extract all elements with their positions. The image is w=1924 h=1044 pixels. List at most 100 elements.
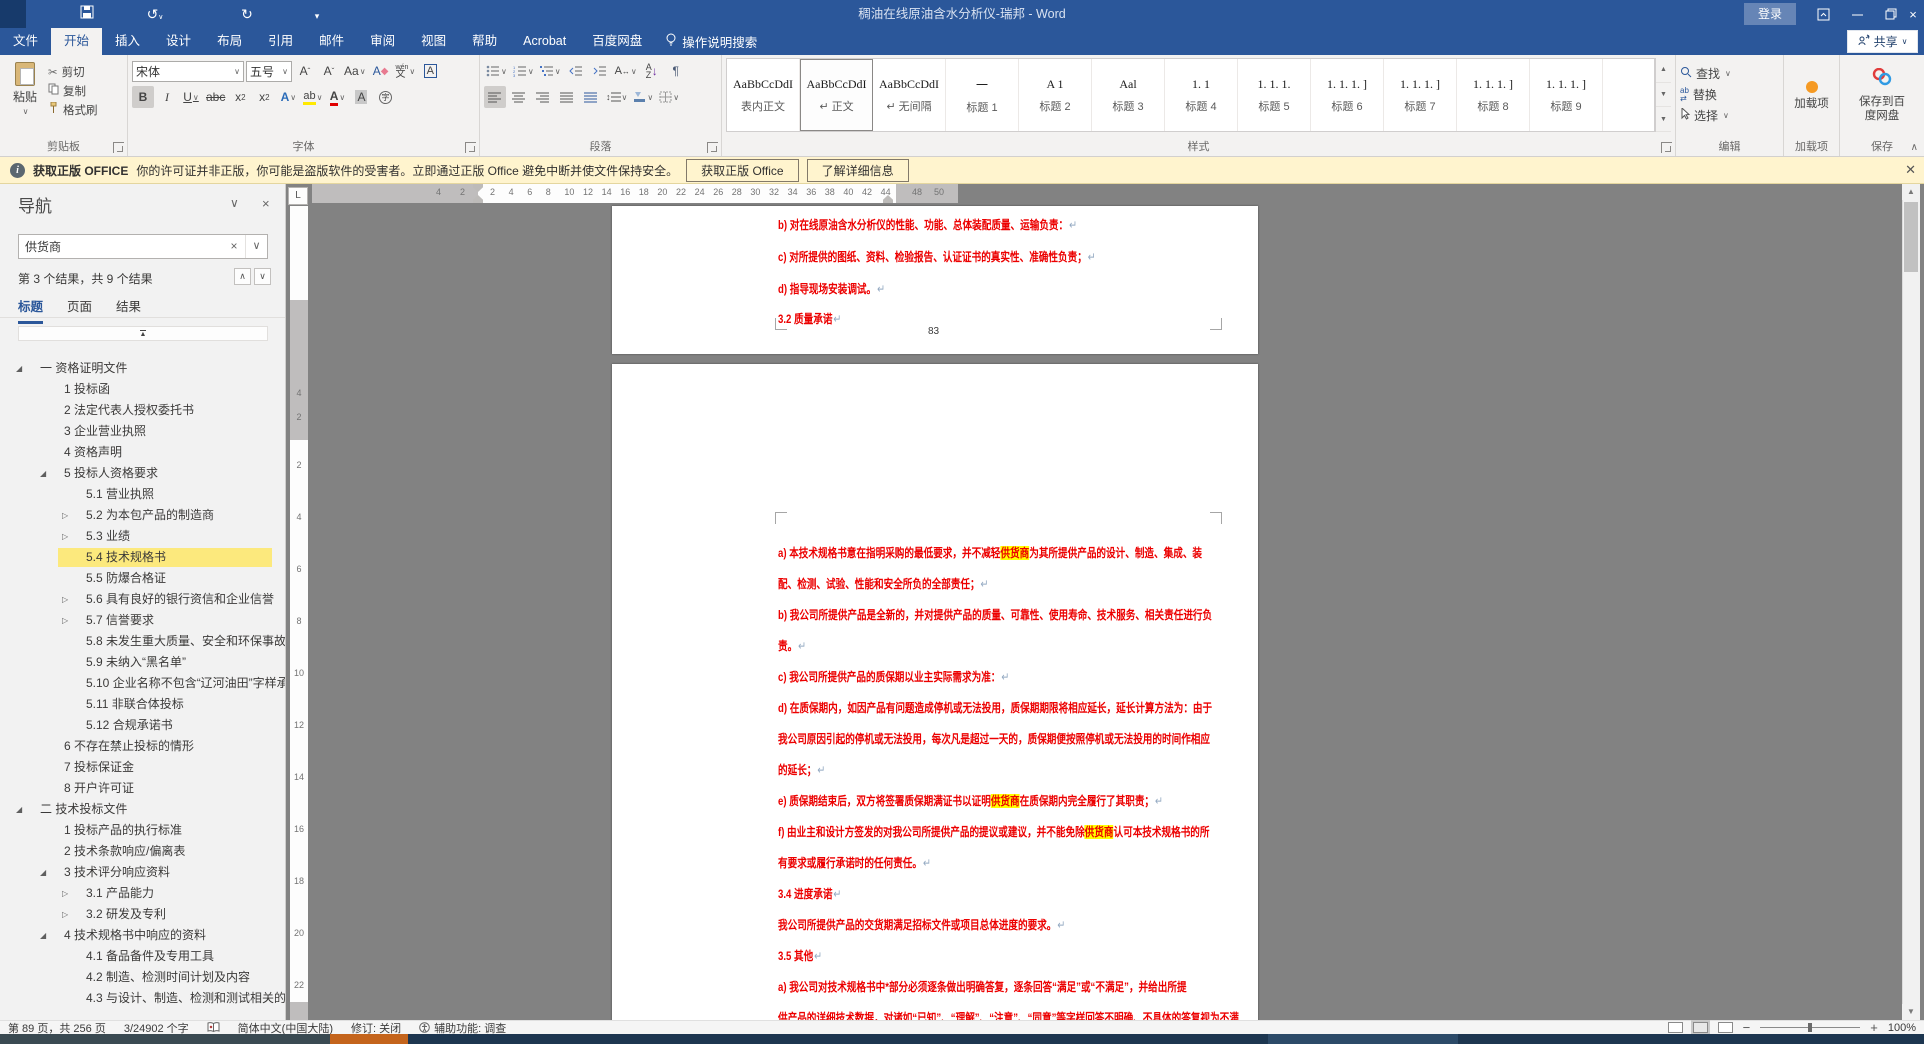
font-dialog-launcher[interactable] <box>465 142 476 153</box>
justify-button[interactable] <box>556 86 578 108</box>
scroll-down-icon[interactable]: ▼ <box>1902 1004 1920 1020</box>
nav-tab-页面[interactable]: 页面 <box>67 296 92 324</box>
zoom-in-icon[interactable]: + <box>1870 1020 1878 1035</box>
ribbon-tab-开始[interactable]: 开始 <box>51 28 103 55</box>
nav-tree-item[interactable]: ▷ 3.1 产品能力 <box>0 883 285 904</box>
ribbon-tab-引用[interactable]: 引用 <box>255 28 306 55</box>
learn-more-button[interactable]: 了解详细信息 <box>806 158 909 182</box>
share-button[interactable]: 共享 ∨ <box>1847 30 1918 53</box>
phonetic-guide-button[interactable]: wén 文 ∨ <box>394 60 418 82</box>
style-item[interactable]: Aal 标题 3 <box>1092 59 1165 131</box>
gallery-more-icon[interactable]: ▼ <box>1656 107 1671 133</box>
bullets-button[interactable]: ∨ <box>484 60 509 82</box>
nav-search-options-icon[interactable]: ∨ <box>245 235 267 258</box>
nav-search-clear-icon[interactable]: × <box>223 235 245 258</box>
nav-tree-item[interactable]: ▷ 5.7 信誉要求 <box>0 610 285 631</box>
italic-button[interactable]: I <box>156 86 178 108</box>
multilevel-list-button[interactable]: ∨ <box>538 60 563 82</box>
style-item[interactable]: AaBbCcDdI ↵ 正文 <box>800 59 873 131</box>
nav-tree-item[interactable]: 4.1 备品备件及专用工具 <box>0 946 285 967</box>
expanded-icon[interactable]: ◢ <box>40 463 46 484</box>
shading-button[interactable]: ∨ <box>631 86 655 108</box>
style-item[interactable]: 一标题 1 <box>946 59 1019 131</box>
nav-tree-item[interactable]: 2 法定代表人授权委托书 <box>0 400 285 421</box>
ribbon-display-options-icon[interactable] <box>1806 0 1840 28</box>
read-mode-button[interactable] <box>1667 1022 1683 1033</box>
nav-tree-item[interactable]: ▷ 5.3 业绩 <box>0 526 285 547</box>
expanded-icon[interactable]: ◢ <box>40 862 46 883</box>
enclose-characters-button[interactable]: 字 <box>374 86 396 108</box>
decrease-indent-button[interactable] <box>565 60 587 82</box>
print-layout-button[interactable] <box>1690 1020 1710 1035</box>
nav-tab-结果[interactable]: 结果 <box>116 296 141 324</box>
ribbon-tab-插入[interactable]: 插入 <box>102 28 153 55</box>
gallery-up-icon[interactable]: ▲ <box>1656 58 1671 83</box>
windows-taskbar[interactable] <box>0 1034 1924 1044</box>
tab-stop-selector[interactable]: L <box>288 187 308 205</box>
scroll-up-icon[interactable]: ▲ <box>1902 184 1920 200</box>
style-item[interactable]: 1. 1. 1. ] 标题 8 <box>1457 59 1530 131</box>
web-layout-button[interactable] <box>1717 1022 1733 1033</box>
nav-tree-item[interactable]: 5.9 未纳入“黑名单” <box>0 652 285 673</box>
nav-tree-item[interactable]: 5.10 企业名称不包含“辽河油田”字样承诺 <box>0 673 285 694</box>
zoom-slider[interactable] <box>1760 1023 1861 1032</box>
style-item[interactable]: 1. 1. 1. ] 标题 9 <box>1530 59 1603 131</box>
nav-tree-item[interactable]: 5.5 防爆合格证 <box>0 568 285 589</box>
ribbon-tab-文件[interactable]: 文件 <box>0 28 51 55</box>
nav-pane-options-icon[interactable]: ∨ <box>230 196 239 210</box>
ribbon-tab-设计[interactable]: 设计 <box>153 28 204 55</box>
style-item[interactable]: 1. 1 标题 4 <box>1165 59 1238 131</box>
zoom-level[interactable]: 100% <box>1888 1022 1916 1034</box>
styles-dialog-launcher[interactable] <box>1661 142 1672 153</box>
style-item[interactable]: A 1 标题 2 <box>1019 59 1092 131</box>
align-right-button[interactable] <box>532 86 554 108</box>
signin-button[interactable]: 登录 <box>1744 3 1796 25</box>
gallery-down-icon[interactable]: ▼ <box>1656 83 1671 108</box>
text-effects-button[interactable]: A ∨ <box>277 86 299 108</box>
message-bar-close-icon[interactable]: ✕ <box>1905 162 1916 178</box>
increase-indent-button[interactable] <box>589 60 611 82</box>
get-genuine-office-button[interactable]: 获取正版 Office <box>686 158 799 182</box>
nav-tree-item[interactable]: 5.1 营业执照 <box>0 484 285 505</box>
document-page-1[interactable]: b) 对在线原油含水分析仪的性能、功能、总体装配质量、运输负责：↵ c) 对所提供… <box>612 206 1258 354</box>
strikethrough-button[interactable]: abc <box>204 86 227 108</box>
clear-formatting-button[interactable]: A ◆ <box>370 60 392 82</box>
nav-jump-to-top[interactable]: ▲ <box>18 326 268 341</box>
expanded-icon[interactable]: ◢ <box>16 799 22 820</box>
nav-tree-item[interactable]: 5.12 合规承诺书 <box>0 715 285 736</box>
collapse-ribbon-icon[interactable]: ∧ <box>1911 142 1918 153</box>
horizontal-ruler[interactable]: 42 2 4 6 8 10 12 14 16 18 20 22 24 26 28 30 32 34 36 38 40 4… <box>312 184 958 203</box>
style-item[interactable]: AaBbCcDdI 表内正文 <box>727 59 800 131</box>
ribbon-tab-帮助[interactable]: 帮助 <box>459 28 510 55</box>
clipboard-dialog-launcher[interactable] <box>113 142 124 153</box>
expanded-icon[interactable]: ◢ <box>40 925 46 946</box>
font-family-combo[interactable]: 宋体 ∨ <box>132 60 244 82</box>
collapsed-icon[interactable]: ▷ <box>62 883 68 904</box>
nav-pane-close-icon[interactable]: × <box>262 196 270 211</box>
format-painter-button[interactable]: 格式刷 <box>46 100 100 119</box>
nav-tree-item[interactable]: 4 资格声明 <box>0 442 285 463</box>
font-color-button[interactable]: A ∨ <box>326 86 348 108</box>
zoom-out-icon[interactable]: − <box>1743 1020 1751 1035</box>
collapsed-icon[interactable]: ▷ <box>62 610 68 631</box>
highlight-color-button[interactable]: ab ∨ <box>301 86 324 108</box>
ribbon-tab-Acrobat[interactable]: Acrobat <box>510 28 579 55</box>
superscript-button[interactable]: x2 <box>253 86 275 108</box>
document-page-2[interactable]: a) 本技术规格书意在指明采购的最低要求，并不减轻供货商为其所提供产品的设计、制… <box>612 364 1258 1020</box>
collapsed-icon[interactable]: ▷ <box>62 589 68 610</box>
character-shading-button[interactable]: A <box>350 86 372 108</box>
scrollbar-thumb[interactable] <box>1904 202 1918 272</box>
collapsed-icon[interactable]: ▷ <box>62 526 68 547</box>
close-icon[interactable]: × <box>1902 0 1924 28</box>
minimize-icon[interactable] <box>1840 0 1874 28</box>
style-item[interactable]: AaBbCcDdI ↵ 无间隔 <box>873 59 946 131</box>
cut-button[interactable]: ✂ 剪切 <box>46 62 100 81</box>
nav-tree-item[interactable]: 1 投标函 <box>0 379 285 400</box>
vertical-scrollbar[interactable] <box>1902 184 1920 1020</box>
find-button[interactable]: 查找 ∨ <box>1680 63 1779 84</box>
style-item[interactable]: 1. 1. 1. ] 标题 6 <box>1311 59 1384 131</box>
baidu-save-button[interactable]: 保存到百度网盘 <box>1844 58 1920 134</box>
nav-tree-item[interactable]: ◢ 一 资格证明文件 <box>0 358 285 379</box>
nav-tree-item[interactable]: ▷ 3.2 研发及专利 <box>0 904 285 925</box>
addins-button[interactable]: 加载项 <box>1788 58 1835 134</box>
